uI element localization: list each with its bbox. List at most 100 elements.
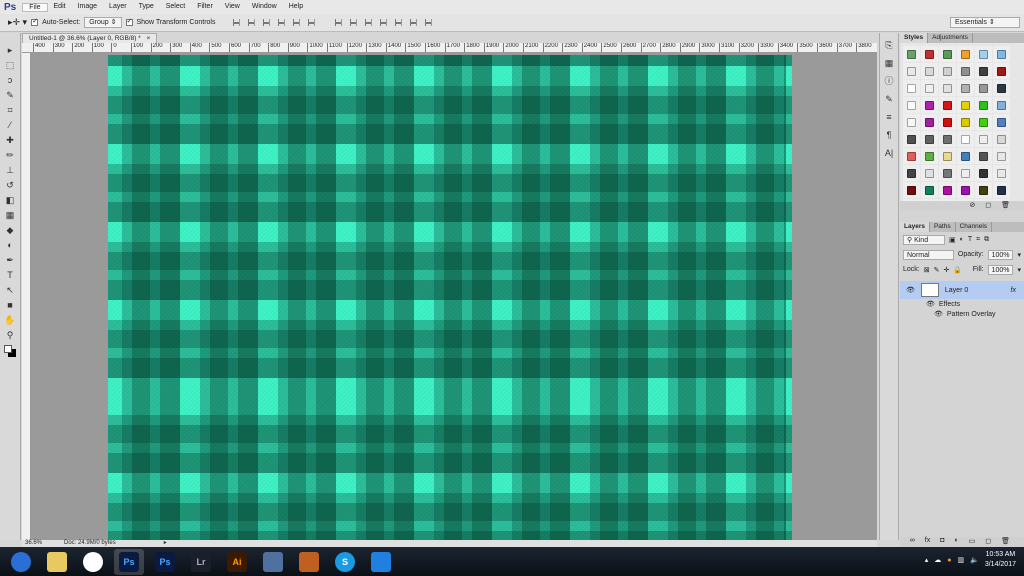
show-transform-checkbox[interactable] xyxy=(125,17,133,26)
eraser-tool-icon[interactable]: ◧ xyxy=(4,194,16,206)
style-swatch[interactable] xyxy=(903,199,920,201)
effects-row[interactable]: 👁 Effects xyxy=(900,299,1024,309)
pattern-overlay-row[interactable]: 👁 Pattern Overlay xyxy=(900,309,1024,319)
taskbar-skype-button[interactable]: S xyxy=(330,549,360,575)
style-swatch[interactable] xyxy=(993,114,1010,130)
style-swatch[interactable] xyxy=(921,199,938,201)
swatches-icon[interactable]: ▦ xyxy=(883,57,895,69)
taskbar-app-button[interactable] xyxy=(258,549,288,575)
dodge-tool-icon[interactable]: ◐ xyxy=(4,239,16,251)
menu-window[interactable]: Window xyxy=(246,3,283,12)
filter-type-icon[interactable]: T xyxy=(968,236,972,243)
style-swatch[interactable] xyxy=(903,46,920,62)
delete-layer-icon[interactable]: 🗑 xyxy=(1001,537,1010,547)
link-icon[interactable]: ∞ xyxy=(910,537,915,547)
info-icon[interactable]: ⓘ xyxy=(883,75,895,87)
document-tab[interactable]: Untitled-1 @ 36.6% (Layer 0, RGB/8) * × xyxy=(22,33,158,43)
filter-shape-icon[interactable]: ⌗ xyxy=(976,236,980,244)
style-swatch[interactable] xyxy=(921,114,938,130)
style-swatch[interactable] xyxy=(975,80,992,96)
gradient-tool-icon[interactable]: ▦ xyxy=(4,209,16,221)
menu-file[interactable]: File xyxy=(22,2,48,12)
tab-channels[interactable]: Channels xyxy=(956,222,993,232)
style-swatch[interactable] xyxy=(903,131,920,147)
align-left-icon[interactable] xyxy=(278,19,286,26)
style-swatch[interactable] xyxy=(975,114,992,130)
horizontal-ruler[interactable]: 400 300 200 100 0 100 200 300 400 500 600 700 800 900… xyxy=(22,43,877,53)
brush-presets-icon[interactable]: ✎ xyxy=(883,93,895,105)
style-swatch[interactable] xyxy=(957,80,974,96)
taskbar-lightroom-button[interactable]: Lr xyxy=(186,549,216,575)
distribute-top-icon[interactable] xyxy=(335,19,343,26)
auto-select-checkbox[interactable] xyxy=(31,17,39,26)
hand-tool-icon[interactable]: ✋ xyxy=(4,314,16,326)
distribute-left-icon[interactable] xyxy=(380,19,388,26)
character-icon[interactable]: A| xyxy=(883,147,895,159)
style-swatch[interactable] xyxy=(921,97,938,113)
style-swatch[interactable] xyxy=(993,80,1010,96)
status-menu-arrow-icon[interactable]: ▸ xyxy=(164,540,167,547)
style-swatch[interactable] xyxy=(939,114,956,130)
style-swatch[interactable] xyxy=(993,182,1010,198)
lock-position-icon[interactable]: ✛ xyxy=(943,266,949,274)
healing-tool-icon[interactable]: ✚ xyxy=(4,134,16,146)
marquee-tool-icon[interactable]: ⬚ xyxy=(4,59,16,71)
auto-select-dropdown[interactable]: Group ⇕ xyxy=(84,17,122,28)
tab-styles[interactable]: Styles xyxy=(900,33,929,43)
menu-type[interactable]: Type xyxy=(133,3,160,12)
style-swatch[interactable] xyxy=(975,63,992,79)
clock[interactable]: 10:53 AM 3/14/2017 xyxy=(985,550,1016,570)
opacity-input[interactable]: 100% xyxy=(987,249,1014,260)
crop-tool-icon[interactable]: ⌗ xyxy=(4,104,16,116)
tab-paths[interactable]: Paths xyxy=(930,222,956,232)
menu-help[interactable]: Help xyxy=(283,3,309,12)
style-swatch[interactable] xyxy=(993,131,1010,147)
align-hcenter-icon[interactable] xyxy=(293,19,301,26)
style-swatch[interactable] xyxy=(957,148,974,164)
style-swatch[interactable] xyxy=(921,46,938,62)
style-swatch[interactable] xyxy=(939,63,956,79)
filter-smart-icon[interactable]: ⧉ xyxy=(984,236,989,244)
align-top-icon[interactable] xyxy=(233,19,241,26)
style-swatch[interactable] xyxy=(975,46,992,62)
taskbar-start-button[interactable] xyxy=(6,549,36,575)
style-swatch[interactable] xyxy=(993,148,1010,164)
path-select-tool-icon[interactable]: ↖ xyxy=(4,284,16,296)
document-canvas[interactable] xyxy=(108,55,792,540)
fill-arrow-icon[interactable]: ▾ xyxy=(1017,266,1021,274)
style-swatch[interactable] xyxy=(957,114,974,130)
history-icon[interactable]: ⎘ xyxy=(883,39,895,51)
taskbar-photoshop-button[interactable]: Ps xyxy=(114,548,144,575)
style-swatch[interactable] xyxy=(939,131,956,147)
history-brush-tool-icon[interactable]: ↺ xyxy=(4,179,16,191)
layer-filter-dropdown[interactable]: ⚲ Kind xyxy=(903,234,945,245)
lock-paint-icon[interactable]: ✎ xyxy=(934,266,940,274)
style-swatch[interactable] xyxy=(903,63,920,79)
menu-filter[interactable]: Filter xyxy=(191,3,219,12)
vertical-ruler[interactable] xyxy=(22,53,31,540)
menu-layer[interactable]: Layer xyxy=(103,3,133,12)
style-swatch[interactable] xyxy=(921,131,938,147)
effects-eye-icon[interactable]: 👁 xyxy=(926,300,935,308)
quick-select-tool-icon[interactable]: ✎ xyxy=(4,89,16,101)
lasso-tool-icon[interactable]: ↄ xyxy=(4,74,16,86)
adjustment-layer-icon[interactable]: ◐ xyxy=(954,537,958,547)
adjustments-icon[interactable]: ≡ xyxy=(883,111,895,123)
style-swatch[interactable] xyxy=(939,46,956,62)
style-swatch[interactable] xyxy=(903,114,920,130)
style-swatch[interactable] xyxy=(903,97,920,113)
layer-name[interactable]: Layer 0 xyxy=(945,287,968,294)
distribute-right-icon[interactable] xyxy=(410,19,418,26)
style-swatch[interactable] xyxy=(975,131,992,147)
style-swatch[interactable] xyxy=(993,165,1010,181)
filter-adjust-icon[interactable]: ◐ xyxy=(960,236,964,243)
distribute-vcenter-icon[interactable] xyxy=(350,19,358,26)
fill-input[interactable]: 100% xyxy=(987,264,1014,275)
doc-info[interactable]: Doc: 24.9M/0 bytes xyxy=(64,540,116,547)
new-layer-icon[interactable]: ◻ xyxy=(985,537,991,547)
style-swatch[interactable] xyxy=(921,63,938,79)
volume-icon[interactable]: 🔈 xyxy=(970,556,979,564)
style-swatch[interactable] xyxy=(903,80,920,96)
blend-mode-dropdown[interactable]: Normal xyxy=(903,249,954,260)
taskbar-photoshop-button[interactable]: Ps xyxy=(150,549,180,575)
